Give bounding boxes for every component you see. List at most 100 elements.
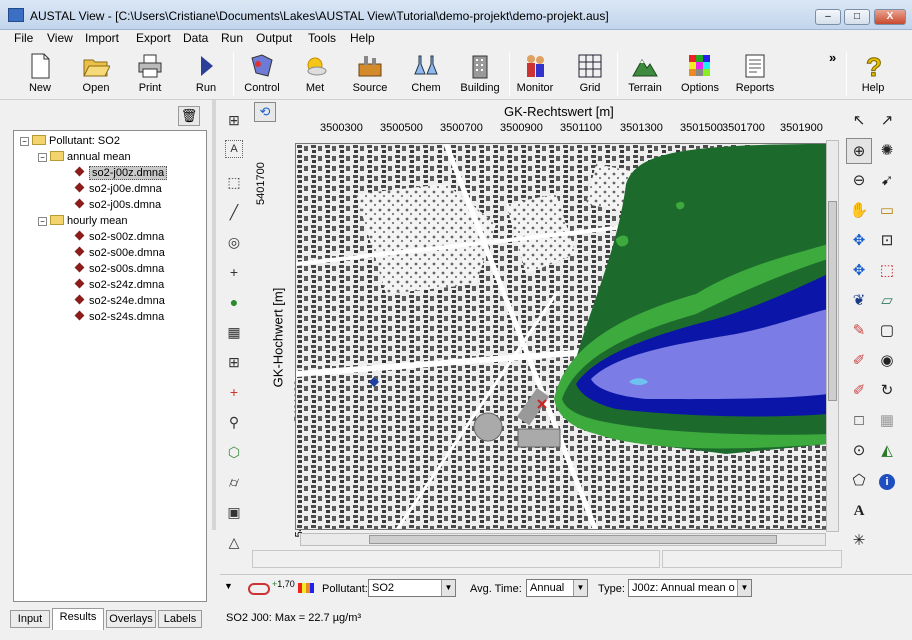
- reports-button[interactable]: Reports: [734, 50, 776, 98]
- run-button[interactable]: Run: [188, 50, 224, 98]
- tree-file-item[interactable]: so2-s24s.dmna: [74, 310, 164, 323]
- maximize-button[interactable]: □: [844, 9, 870, 25]
- map-canvas[interactable]: [295, 143, 827, 530]
- zoom-in-icon[interactable]: ⊕: [846, 138, 872, 164]
- menu-import[interactable]: Import: [85, 31, 119, 45]
- panel-splitter[interactable]: [212, 100, 216, 530]
- eraser-icon[interactable]: ✎: [846, 318, 872, 344]
- circle-target-tool-icon[interactable]: ◎: [222, 230, 246, 254]
- zoom-out-icon[interactable]: ⊖: [846, 168, 872, 194]
- tree-file-item[interactable]: so2-j00e.dmna: [74, 182, 162, 195]
- color-scale-icon[interactable]: [298, 583, 314, 593]
- source-point-tool-icon[interactable]: +: [222, 380, 246, 404]
- box-tool-icon[interactable]: ⬚: [222, 170, 246, 194]
- menu-export[interactable]: Export: [136, 31, 171, 45]
- horizontal-scroll-thumb[interactable]: [369, 535, 777, 544]
- tab-overlays[interactable]: Overlays: [106, 610, 156, 628]
- cylinder-tool-icon[interactable]: ⌭: [222, 470, 246, 494]
- menu-help[interactable]: Help: [350, 31, 375, 45]
- arrow-tool-icon[interactable]: ↗: [874, 108, 900, 134]
- refresh-view-icon[interactable]: ⟲: [254, 102, 276, 122]
- menu-view[interactable]: View: [47, 31, 73, 45]
- menu-run[interactable]: Run: [221, 31, 243, 45]
- bird-icon[interactable]: ❦: [846, 288, 872, 314]
- control-button[interactable]: Control: [242, 50, 282, 98]
- source-button[interactable]: Source: [350, 50, 390, 98]
- point-tool-icon[interactable]: ●: [222, 290, 246, 314]
- print-button[interactable]: Print: [132, 50, 168, 98]
- target-icon[interactable]: ◉: [874, 348, 900, 374]
- minimize-button[interactable]: –: [815, 9, 841, 25]
- menu-file[interactable]: File: [14, 31, 33, 45]
- menu-data[interactable]: Data: [183, 31, 208, 45]
- zoom-extent-icon[interactable]: ✥: [846, 228, 872, 254]
- line-width-icon[interactable]: +1,70: [272, 579, 295, 589]
- dropdown-arrow-icon[interactable]: ▼: [224, 581, 236, 597]
- tree-file-item[interactable]: so2-s24z.dmna: [74, 278, 164, 291]
- vertical-scrollbar[interactable]: [826, 140, 839, 532]
- cone-tool-icon[interactable]: △: [222, 530, 246, 554]
- grid-tool-icon[interactable]: ▦: [222, 320, 246, 344]
- horizontal-scrollbar[interactable]: [300, 533, 826, 546]
- circle-icon[interactable]: ⊙: [846, 438, 872, 464]
- polygon-icon[interactable]: ⬠: [846, 468, 872, 494]
- toolbar-overflow-button[interactable]: »: [829, 50, 836, 65]
- pointer-icon[interactable]: ↖: [846, 108, 872, 134]
- new-button[interactable]: New: [22, 50, 58, 98]
- tree-node-group[interactable]: − annual mean: [38, 151, 131, 163]
- tree-file-item[interactable]: so2-s24e.dmna: [74, 294, 165, 307]
- terrain-button[interactable]: Terrain: [624, 50, 666, 98]
- menu-tools[interactable]: Tools: [308, 31, 336, 45]
- zoom-full-icon[interactable]: ✥: [846, 258, 872, 284]
- delete-button[interactable]: 🗑: [178, 106, 200, 126]
- building-button[interactable]: Building: [460, 50, 500, 98]
- tree-node-group[interactable]: − hourly mean: [38, 215, 128, 227]
- edit-point-icon[interactable]: ✐: [846, 348, 872, 374]
- tab-input[interactable]: Input: [10, 610, 50, 628]
- avg-time-select[interactable]: Annual ▼: [526, 579, 588, 597]
- north-arrow-icon[interactable]: ➹: [874, 168, 900, 194]
- open-button[interactable]: Open: [78, 50, 114, 98]
- measure-grid-tool-icon[interactable]: ⊞: [222, 108, 246, 132]
- asterisk-icon[interactable]: ✳: [846, 528, 872, 554]
- grid-disabled-icon[interactable]: ▦: [874, 408, 900, 434]
- rotate-icon[interactable]: ↻: [874, 378, 900, 404]
- info-icon[interactable]: i: [874, 468, 900, 494]
- tree-file-item[interactable]: so2-j00z.dmna: [74, 166, 168, 180]
- tree-file-item[interactable]: so2-s00e.dmna: [74, 246, 165, 259]
- grid-outline-tool-icon[interactable]: ⊞: [222, 350, 246, 374]
- tree-file-item[interactable]: so2-s00z.dmna: [74, 230, 164, 243]
- options-button[interactable]: Options: [680, 50, 720, 98]
- collapse-icon[interactable]: −: [38, 153, 47, 162]
- tab-labels[interactable]: Labels: [158, 610, 202, 628]
- tree-file-item[interactable]: so2-j00s.dmna: [74, 198, 161, 211]
- pollutant-select[interactable]: SO2 ▼: [368, 579, 456, 597]
- grid-button[interactable]: Grid: [572, 50, 608, 98]
- label-text-icon[interactable]: A: [846, 498, 872, 524]
- menu-output[interactable]: Output: [256, 31, 292, 45]
- frame-icon[interactable]: ▢: [874, 318, 900, 344]
- monitor-button[interactable]: Monitor: [515, 50, 555, 98]
- collapse-icon[interactable]: −: [38, 217, 47, 226]
- compass-icon[interactable]: ✺: [874, 138, 900, 164]
- layer-icon[interactable]: ▱: [874, 288, 900, 314]
- zoom-window-icon[interactable]: ⬚: [874, 258, 900, 284]
- tree-node-pollutant[interactable]: − Pollutant: SO2: [20, 135, 120, 147]
- crosshair-tool-icon[interactable]: +: [222, 260, 246, 284]
- turbine-tool-icon[interactable]: ⚲: [222, 410, 246, 434]
- add-point-icon[interactable]: ✐: [846, 378, 872, 404]
- building-shape-tool-icon[interactable]: ⬡: [222, 440, 246, 464]
- terrain-profile-icon[interactable]: ◭: [874, 438, 900, 464]
- zoom-fit-icon[interactable]: ⊡: [874, 228, 900, 254]
- rectangle-icon[interactable]: □: [846, 408, 872, 434]
- met-button[interactable]: Met: [297, 50, 333, 98]
- tab-results[interactable]: Results: [52, 608, 104, 630]
- text-tool-icon[interactable]: A: [225, 140, 243, 158]
- tree-file-item[interactable]: so2-s00s.dmna: [74, 262, 164, 275]
- line-tool-icon[interactable]: ╱: [222, 200, 246, 224]
- contour-icon[interactable]: [248, 583, 270, 595]
- pan-hand-icon[interactable]: ✋: [846, 198, 872, 224]
- chem-button[interactable]: Chem: [408, 50, 444, 98]
- ruler-icon[interactable]: ▭: [874, 198, 900, 224]
- box-building-tool-icon[interactable]: ▣: [222, 500, 246, 524]
